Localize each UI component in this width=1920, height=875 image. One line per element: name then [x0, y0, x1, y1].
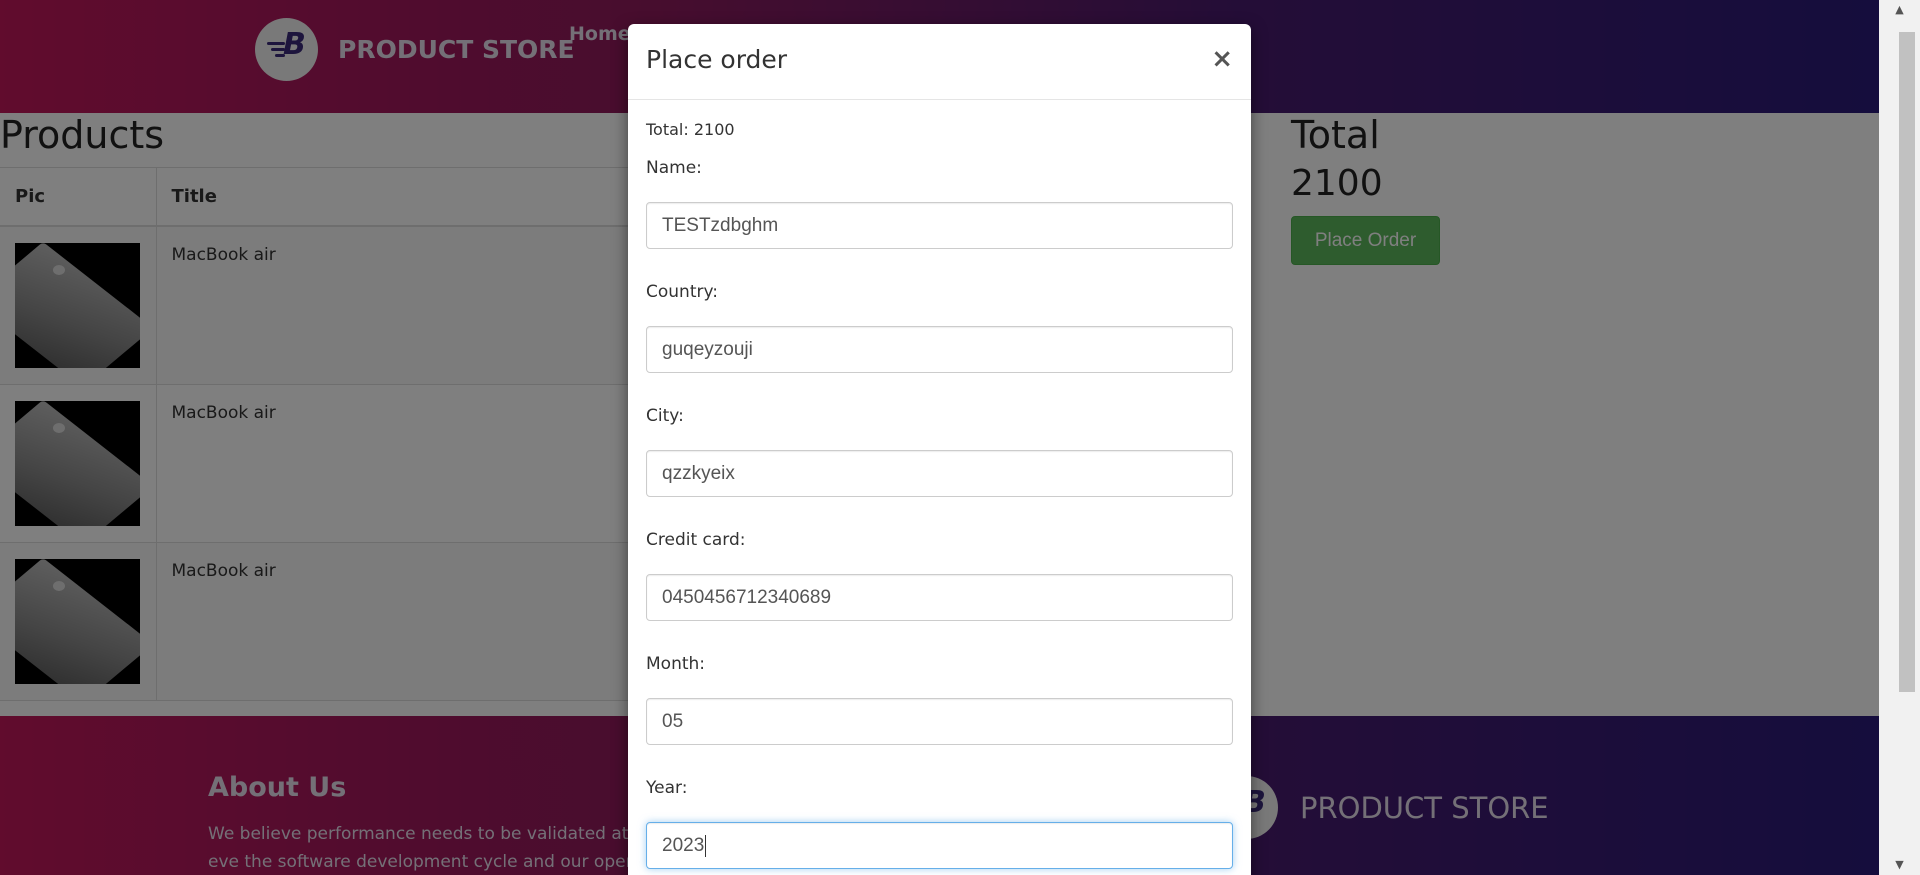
modal-title: Place order: [646, 45, 788, 74]
order-form: Total: 2100 Name: TESTzdbghm Country: gu…: [646, 120, 1233, 875]
name-label: Name:: [646, 158, 702, 178]
year-field[interactable]: 2023: [646, 822, 1233, 869]
name-field[interactable]: TESTzdbghm: [646, 202, 1233, 249]
scroll-up-arrow-icon[interactable]: ▲: [1879, 0, 1920, 20]
month-field[interactable]: 05: [646, 698, 1233, 745]
country-label: Country:: [646, 282, 719, 302]
credit-card-label: Credit card:: [646, 530, 746, 550]
close-icon[interactable]: ×: [1211, 44, 1233, 74]
city-label: City:: [646, 406, 684, 426]
order-total: Total: 2100: [646, 120, 735, 139]
city-field[interactable]: qzzkyeix: [646, 450, 1233, 497]
month-label: Month:: [646, 654, 706, 674]
credit-card-field[interactable]: 0450456712340689: [646, 574, 1233, 621]
modal-header: Place order ×: [628, 24, 1251, 100]
page-scrollbar[interactable]: ▲ ▼: [1879, 0, 1920, 875]
year-value: 2023: [662, 835, 705, 856]
scrollbar-thumb[interactable]: [1899, 32, 1915, 692]
place-order-modal: Place order × Total: 2100 Name: TESTzdbg…: [628, 24, 1251, 875]
text-caret: [705, 834, 707, 857]
country-field[interactable]: guqeyzouji: [646, 326, 1233, 373]
scroll-down-arrow-icon[interactable]: ▼: [1879, 855, 1920, 875]
year-label: Year:: [646, 778, 688, 798]
